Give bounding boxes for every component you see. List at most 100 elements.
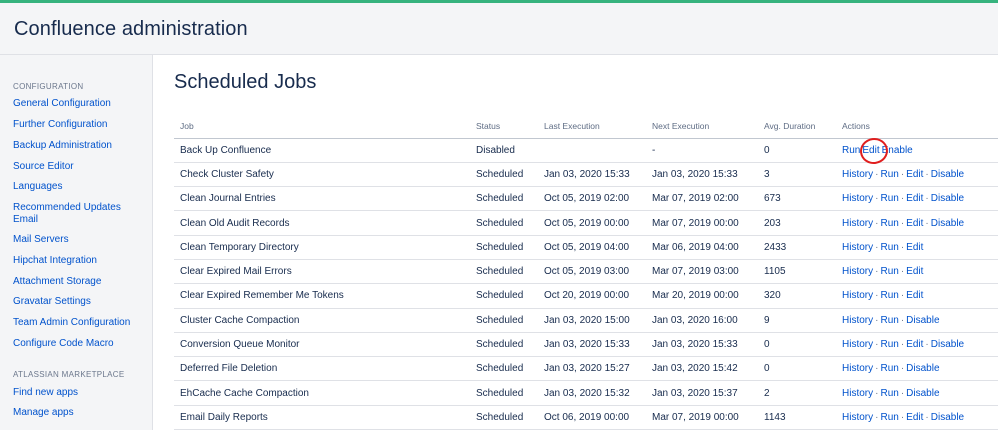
action-link-history[interactable]: History xyxy=(842,290,873,301)
table-row: Conversion Queue Monitor Scheduled Jan 03,… xyxy=(174,332,998,358)
sidebar-item-gravatar-settings[interactable]: Gravatar Settings xyxy=(13,296,143,308)
action-link-history[interactable]: History xyxy=(842,242,873,253)
table-row: Clean Old Audit Records Scheduled Oct 05, … xyxy=(174,210,998,236)
actions-cell: History · Run · Disable xyxy=(836,380,998,406)
status-cell: Disabled xyxy=(470,138,538,163)
action-separator: · xyxy=(925,339,929,351)
table-row: Back Up Confluence Disabled -0 Run Edit Enabl… xyxy=(174,138,998,163)
next-execution-cell: - xyxy=(646,138,758,163)
action-link-run[interactable]: Run xyxy=(880,218,898,229)
action-link-disable[interactable]: Disable xyxy=(931,412,964,423)
action-link-disable[interactable]: Disable xyxy=(906,315,939,326)
sidebar-item-team-admin-configuration[interactable]: Team Admin Configuration xyxy=(13,317,143,329)
action-link-edit[interactable]: Edit xyxy=(906,266,923,277)
sidebar: CONFIGURATION General Configuration Furt… xyxy=(0,55,153,430)
action-link-history[interactable]: History xyxy=(842,412,873,423)
action-link-history[interactable]: History xyxy=(842,363,873,374)
last-execution-cell: Jan 03, 2020 15:32 xyxy=(538,380,646,406)
status-cell: Scheduled xyxy=(470,235,538,260)
column-header-last-execution: Last Execution xyxy=(538,114,646,139)
action-separator: · xyxy=(925,217,929,229)
last-execution-cell: Oct 06, 2019 00:00 xyxy=(538,405,646,430)
action-link-history[interactable]: History xyxy=(842,218,873,229)
sidebar-item-hipchat-integration[interactable]: Hipchat Integration xyxy=(13,255,143,267)
column-header-status: Status xyxy=(470,114,538,139)
sidebar-item-configure-code-macro[interactable]: Configure Code Macro xyxy=(13,338,143,350)
job-name-cell: Clean Journal Entries xyxy=(174,186,470,212)
actions-cell: History · Run · Edit xyxy=(836,259,998,285)
action-link-edit[interactable]: Edit xyxy=(906,290,923,301)
next-execution-cell: Jan 03, 2020 15:42 xyxy=(646,356,758,382)
action-link-run[interactable]: Run xyxy=(880,315,898,326)
action-link-run[interactable]: Run xyxy=(880,339,898,350)
action-link-run[interactable]: Run xyxy=(880,388,898,399)
action-link-disable[interactable]: Disable xyxy=(931,218,964,229)
sidebar-item-find-new-apps[interactable]: Find new apps xyxy=(13,387,143,399)
job-name-cell: Conversion Queue Monitor xyxy=(174,332,470,358)
table-body: Back Up Confluence Disabled -0 Run Edit Enabl… xyxy=(174,138,998,430)
avg-duration-cell: 3 xyxy=(758,162,836,188)
sidebar-item-attachment-storage[interactable]: Attachment Storage xyxy=(13,276,143,288)
avg-duration-cell: 203 xyxy=(758,210,836,236)
action-link-history[interactable]: History xyxy=(842,388,873,399)
action-link-history[interactable]: History xyxy=(842,315,873,326)
action-link-history[interactable]: History xyxy=(842,266,873,277)
job-name-cell: Clear Expired Remember Me Tokens xyxy=(174,283,470,309)
action-link-edit[interactable]: Edit xyxy=(906,193,923,204)
action-link-run[interactable]: Run xyxy=(880,193,898,204)
action-link-edit[interactable]: Edit xyxy=(906,169,923,180)
column-header-next-execution: Next Execution xyxy=(646,114,758,139)
sidebar-item-general-configuration[interactable]: General Configuration xyxy=(13,98,143,110)
job-name-cell: Clear Expired Mail Errors xyxy=(174,259,470,285)
action-link-history[interactable]: History xyxy=(842,193,873,204)
actions-cell: History · Run · Edit · Disable xyxy=(836,332,998,358)
table-row: Clean Temporary Directory Scheduled Oct 05… xyxy=(174,235,998,260)
sidebar-item-backup-administration[interactable]: Backup Administration xyxy=(13,140,143,152)
action-link-history[interactable]: History xyxy=(842,169,873,180)
action-link-run[interactable]: Run xyxy=(842,145,860,156)
status-cell: Scheduled xyxy=(470,356,538,382)
action-link-edit[interactable]: Edit xyxy=(906,412,923,423)
action-link-run[interactable]: Run xyxy=(880,290,898,301)
action-link-disable[interactable]: Disable xyxy=(906,363,939,374)
action-link-disable[interactable]: Disable xyxy=(906,388,939,399)
sidebar-item-recommended-updates-email[interactable]: Recommended Updates Email xyxy=(13,202,128,226)
status-cell: Scheduled xyxy=(470,259,538,285)
job-name-cell: Clean Old Audit Records xyxy=(174,210,470,236)
actions-cell: Run Edit Enable xyxy=(836,138,998,163)
actions-cell: History · Run · Edit · Disable xyxy=(836,186,998,212)
last-execution-cell: Jan 03, 2020 15:27 xyxy=(538,356,646,382)
action-link-edit[interactable]: Edit xyxy=(906,242,923,253)
action-link-run[interactable]: Run xyxy=(880,363,898,374)
sidebar-item-further-configuration[interactable]: Further Configuration xyxy=(13,119,143,131)
action-link-edit[interactable]: Edit xyxy=(906,339,923,350)
action-link-run[interactable]: Run xyxy=(880,169,898,180)
table-row: Email Daily Reports Scheduled Oct 06, 2019… xyxy=(174,405,998,430)
action-link-disable[interactable]: Disable xyxy=(931,339,964,350)
next-execution-cell: Mar 07, 2019 00:00 xyxy=(646,405,758,430)
last-execution-cell: Oct 05, 2019 02:00 xyxy=(538,186,646,212)
actions-cell: History · Run · Disable xyxy=(836,356,998,382)
sidebar-item-mail-servers[interactable]: Mail Servers xyxy=(13,234,143,246)
sidebar-heading-marketplace: ATLASSIAN MARKETPLACE xyxy=(13,370,125,379)
action-link-run[interactable]: Run xyxy=(880,242,898,253)
action-link-enable[interactable]: Enable xyxy=(882,145,913,156)
action-link-run[interactable]: Run xyxy=(880,412,898,423)
page-title: Scheduled Jobs xyxy=(174,71,317,93)
action-link-disable[interactable]: Disable xyxy=(931,193,964,204)
action-link-history[interactable]: History xyxy=(842,339,873,350)
action-link-disable[interactable]: Disable xyxy=(931,169,964,180)
sidebar-item-languages[interactable]: Languages xyxy=(13,181,143,193)
column-header-avg-duration: Avg. Duration xyxy=(758,114,836,139)
action-link-edit[interactable]: Edit xyxy=(862,145,879,156)
last-execution-cell: Oct 05, 2019 00:00 xyxy=(538,210,646,236)
action-link-edit[interactable]: Edit xyxy=(906,218,923,229)
status-cell: Scheduled xyxy=(470,308,538,333)
sidebar-item-source-editor[interactable]: Source Editor xyxy=(13,161,143,173)
sidebar-item-manage-apps[interactable]: Manage apps xyxy=(13,407,143,419)
avg-duration-cell: 9 xyxy=(758,308,836,333)
last-execution-cell: Oct 05, 2019 03:00 xyxy=(538,259,646,285)
action-link-run[interactable]: Run xyxy=(880,266,898,277)
next-execution-cell: Mar 20, 2019 00:00 xyxy=(646,283,758,309)
column-header-job: Job xyxy=(174,114,470,139)
